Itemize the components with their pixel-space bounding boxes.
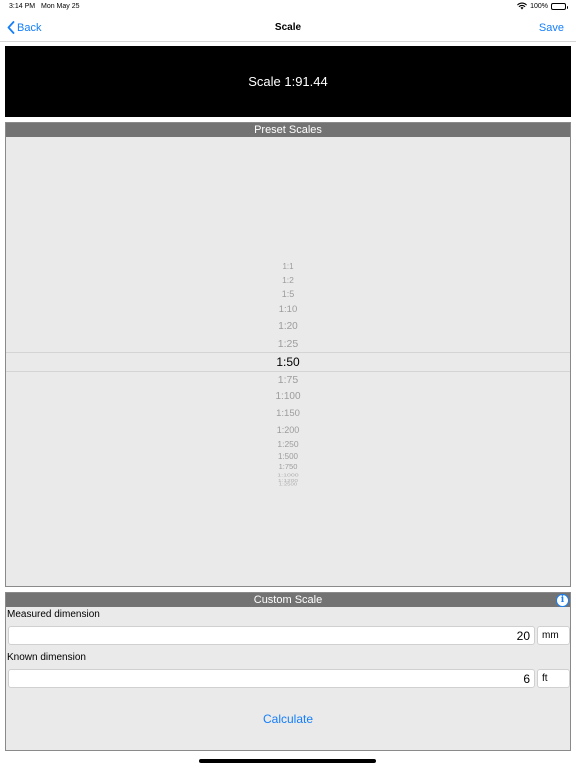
picker-item[interactable]: 1:250 — [6, 440, 570, 449]
picker-item[interactable]: 1:10 — [6, 305, 570, 315]
picker-item[interactable]: 1:100 — [6, 392, 570, 402]
picker-item[interactable]: 1:200 — [6, 425, 570, 435]
measured-dimension-input[interactable]: 20 — [8, 626, 535, 645]
battery-icon — [551, 2, 568, 10]
info-icon[interactable]: i — [556, 594, 569, 607]
picker-item[interactable]: 1:2500 — [6, 483, 570, 487]
picker-item[interactable]: 1:50 — [6, 356, 570, 368]
preset-scales-panel: Preset Scales 1:1 1:2 1:5 1:10 1:20 1:25 1:50 1… — [5, 122, 571, 587]
wifi-icon — [517, 2, 527, 10]
picker-item[interactable]: 1:1000 — [6, 473, 570, 478]
battery-percent: 100% — [530, 2, 548, 10]
picker-item[interactable]: 1:2 — [6, 276, 570, 285]
preset-scales-header: Preset Scales — [6, 123, 570, 137]
custom-scale-panel: Custom Scale i Measured dimension 20 mm … — [5, 592, 571, 751]
picker-item[interactable]: 1:1 — [6, 263, 570, 271]
save-button[interactable]: Save — [539, 22, 564, 34]
measured-unit-select[interactable]: mm — [537, 626, 570, 645]
status-indicators: 100% — [517, 2, 568, 10]
known-dimension-input[interactable]: 6 — [8, 669, 535, 688]
page-title: Scale — [274, 22, 302, 33]
picker-item[interactable]: 1:500 — [6, 453, 570, 461]
current-scale-display: Scale 1:91.44 — [5, 46, 571, 117]
calculate-button[interactable]: Calculate — [6, 712, 570, 726]
known-dimension-label: Known dimension — [7, 652, 86, 663]
preset-scale-picker[interactable]: 1:1 1:2 1:5 1:10 1:20 1:25 1:50 1:75 1:100 1:150 1… — [6, 137, 570, 586]
home-indicator — [199, 759, 376, 763]
known-unit-select[interactable]: ft — [537, 669, 570, 688]
picker-item[interactable]: 1:5 — [6, 289, 570, 299]
status-time: 3:14 PM — [9, 3, 36, 10]
picker-item[interactable]: 1:750 — [6, 463, 570, 471]
picker-selection-bottom-line — [6, 371, 570, 372]
picker-item[interactable]: 1:150 — [6, 409, 570, 419]
custom-scale-header: Custom Scale — [6, 593, 570, 607]
measured-dimension-label: Measured dimension — [7, 609, 100, 620]
picker-item[interactable]: 1:25 — [6, 339, 570, 350]
picker-item[interactable]: 1:20 — [6, 322, 570, 332]
status-date: Mon May 25 — [41, 3, 80, 10]
navigation-bar: Back Scale Save — [0, 14, 576, 42]
picker-selection-top-line — [6, 352, 570, 353]
picker-item[interactable]: 1:75 — [6, 375, 570, 386]
status-bar: 3:14 PM Mon May 25 100% — [0, 0, 576, 14]
